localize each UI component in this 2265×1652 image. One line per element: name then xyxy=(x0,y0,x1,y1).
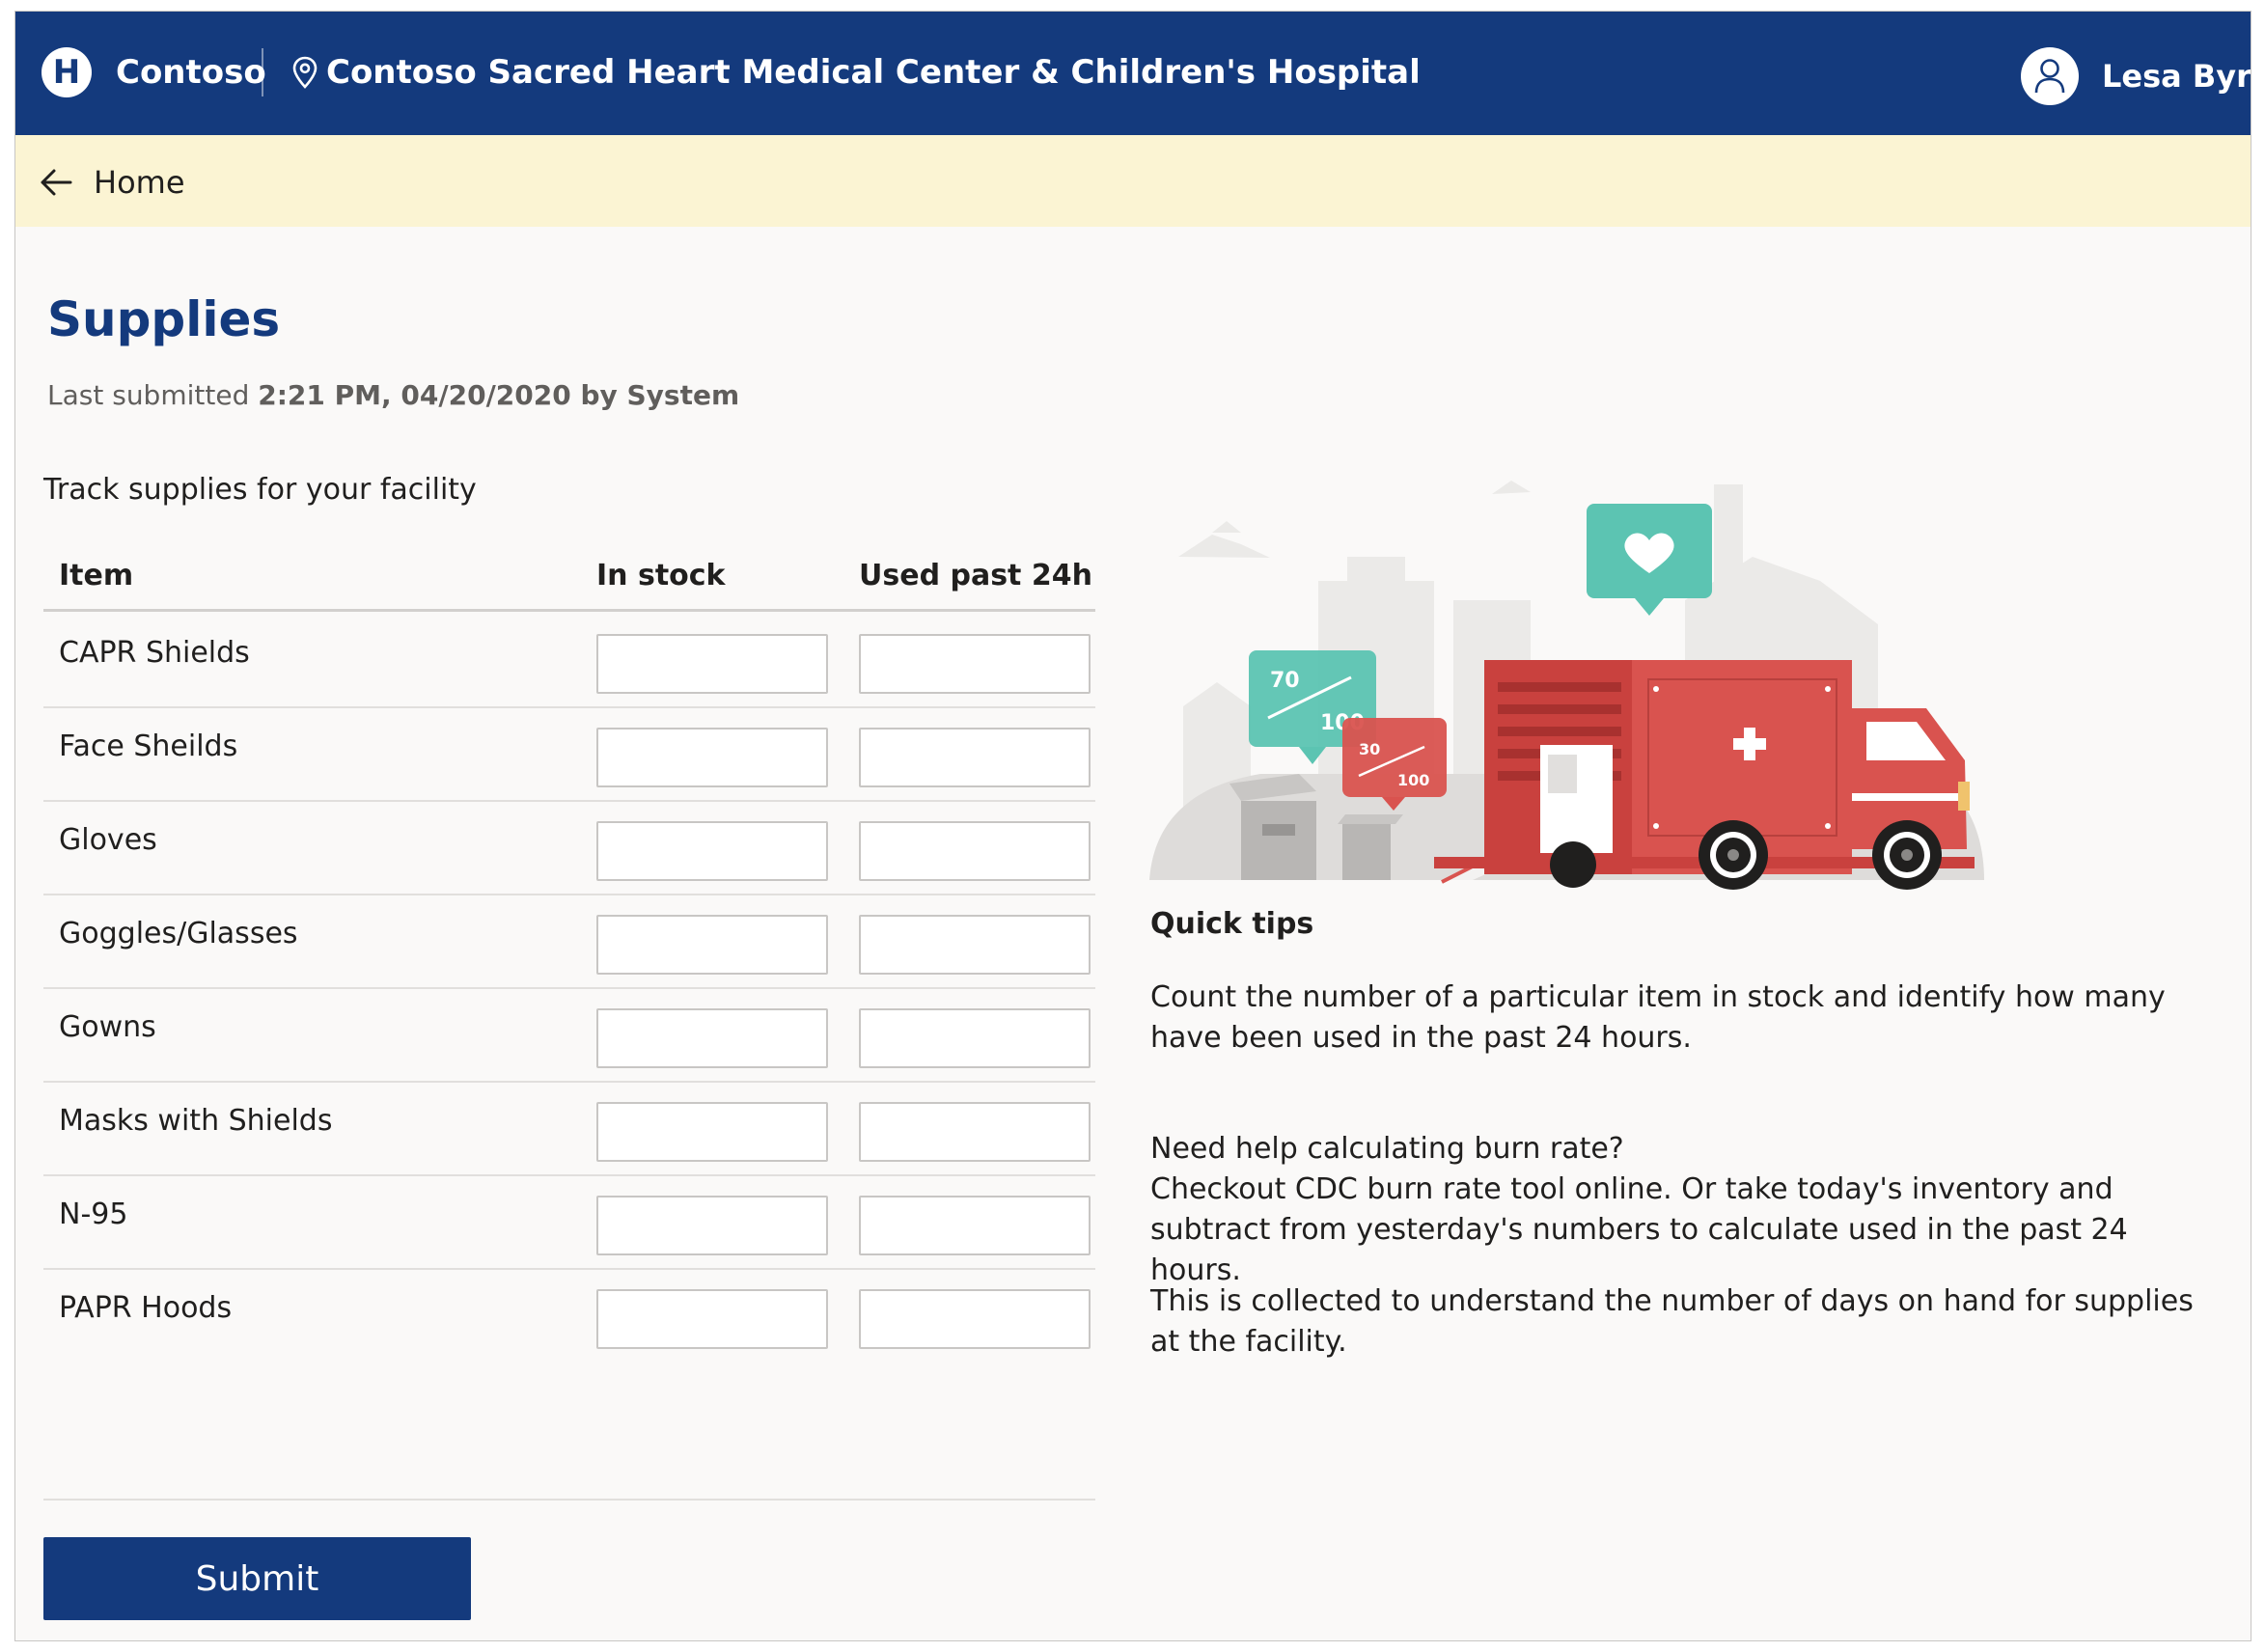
table-row: Gowns xyxy=(43,989,1095,1083)
person-icon xyxy=(2034,59,2065,94)
used-input[interactable] xyxy=(859,1196,1091,1255)
facility-name[interactable]: Contoso Sacred Heart Medical Center & Ch… xyxy=(326,53,1421,92)
in-stock-input[interactable] xyxy=(596,821,828,881)
hospital-h-icon: H xyxy=(41,47,92,97)
submit-button[interactable]: Submit xyxy=(43,1537,471,1620)
used-input[interactable] xyxy=(859,915,1091,975)
used-input[interactable] xyxy=(859,821,1091,881)
truck-wheel xyxy=(1872,820,1942,890)
bubble-small-bottom-value: 100 xyxy=(1397,771,1429,789)
bubble-large-top-value: 70 xyxy=(1270,669,1300,693)
in-stock-input[interactable] xyxy=(596,1289,828,1349)
item-name: Gloves xyxy=(59,823,157,857)
tip-burn-rate-question: Need help calculating burn rate? xyxy=(1150,1132,1624,1166)
item-name: PAPR Hoods xyxy=(59,1291,233,1325)
breadcrumb-bar: Home xyxy=(15,135,2251,227)
item-name: Face Sheilds xyxy=(59,730,238,763)
used-input[interactable] xyxy=(859,1008,1091,1068)
column-header-used: Used past 24h xyxy=(859,559,1092,592)
table-row: CAPR Shields xyxy=(43,615,1095,708)
bubble-small-top-value: 30 xyxy=(1359,740,1380,758)
in-stock-input[interactable] xyxy=(596,1102,828,1162)
truck-wheel xyxy=(1699,820,1768,890)
in-stock-input[interactable] xyxy=(596,728,828,787)
supply-truck-illustration: 70 100 30 100 xyxy=(1149,481,1984,890)
table-row: N-95 xyxy=(43,1176,1095,1270)
in-stock-input[interactable] xyxy=(596,1008,828,1068)
app-window: H Contoso Contoso Sacred Heart Medical C… xyxy=(14,11,2251,1641)
tip-paragraph-count: Count the number of a particular item in… xyxy=(1150,980,2166,1055)
page-title: Supplies xyxy=(47,291,281,347)
last-submitted-value: 2:21 PM, 04/20/2020 by System xyxy=(258,379,740,411)
item-name: Goggles/Glasses xyxy=(59,917,298,950)
item-name: N-95 xyxy=(59,1198,128,1231)
brand-name: Contoso xyxy=(116,53,266,92)
used-input[interactable] xyxy=(859,728,1091,787)
used-input[interactable] xyxy=(859,1102,1091,1162)
item-name: CAPR Shields xyxy=(59,636,250,670)
used-input[interactable] xyxy=(859,634,1091,694)
item-name: Masks with Shields xyxy=(59,1104,333,1138)
form-footer-divider xyxy=(43,1499,1095,1501)
back-home-button[interactable]: Home xyxy=(40,164,185,201)
stats-bubble-small: 30 100 xyxy=(1342,718,1447,811)
item-name: Gowns xyxy=(59,1010,156,1044)
in-stock-input[interactable] xyxy=(596,915,828,975)
tip-paragraph-burn-rate: Checkout CDC burn rate tool online. Or t… xyxy=(1150,1172,2128,1287)
in-stock-input[interactable] xyxy=(596,1196,828,1255)
table-header: Item In stock Used past 24h xyxy=(43,539,1095,612)
table-row: Masks with Shields xyxy=(43,1083,1095,1176)
table-row: PAPR Hoods xyxy=(43,1270,1095,1363)
arrow-left-icon xyxy=(41,169,72,196)
top-header: H Contoso Contoso Sacred Heart Medical C… xyxy=(15,12,2251,135)
in-stock-input[interactable] xyxy=(596,634,828,694)
column-header-item: Item xyxy=(59,559,134,592)
column-header-in-stock: In stock xyxy=(596,559,726,592)
map-pin-icon xyxy=(292,56,318,89)
last-submitted-text: Last submitted 2:21 PM, 04/20/2020 by Sy… xyxy=(47,379,739,411)
form-intro: Track supplies for your facility xyxy=(43,473,477,507)
ambulance-truck xyxy=(1434,660,1975,890)
last-submitted-label: Last submitted xyxy=(47,379,250,411)
user-name[interactable]: Lesa Byrd xyxy=(2102,58,2251,95)
tip-paragraph-purpose: This is collected to understand the numb… xyxy=(1150,1284,2194,1359)
used-input[interactable] xyxy=(859,1289,1091,1349)
table-row: Face Sheilds xyxy=(43,708,1095,802)
user-avatar[interactable] xyxy=(2021,47,2079,105)
quick-tips-title: Quick tips xyxy=(1150,907,1314,941)
header-divider xyxy=(262,48,263,96)
table-row: Goggles/Glasses xyxy=(43,895,1095,989)
table-row: Gloves xyxy=(43,802,1095,895)
breadcrumb-home-label: Home xyxy=(94,164,185,201)
